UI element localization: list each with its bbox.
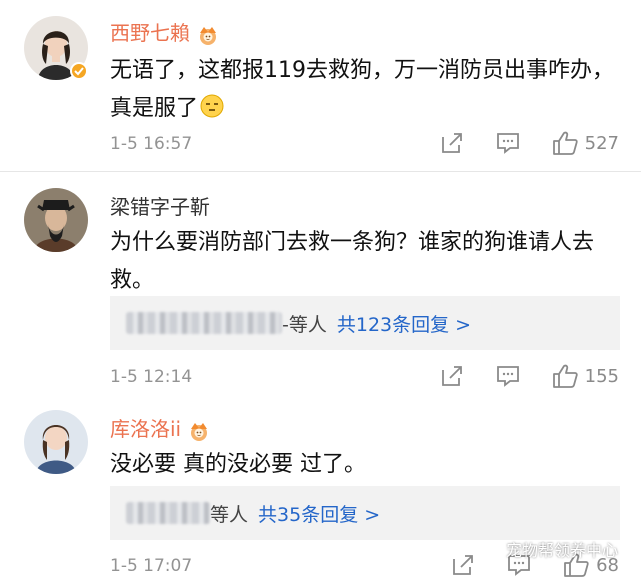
comment-text: 无语了，这都报119去救狗，万一消防员出事咋办，真是服了 [110,58,614,121]
like-button[interactable]: 155 [551,363,619,389]
avatar[interactable] [24,188,88,252]
share-icon [453,555,473,575]
share-button[interactable] [450,553,476,577]
comment-timestamp: 1-5 17:07 [110,556,193,576]
watermark: 宠物帮领养中心 [480,537,618,561]
view-replies-link[interactable]: 共35条回复 > [258,500,380,527]
comment-item: 梁错字子靳 为什么要消防部门去救一条狗？谁家的狗谁请人去救。 -等人 共123条… [0,172,641,394]
avatar[interactable] [24,410,88,474]
comment-actions: 155 [439,363,619,389]
vip-crown-icon [187,420,211,442]
reply-summary-box[interactable]: -等人 共123条回复 > [110,296,620,350]
comment-username[interactable]: 西野七賴 [110,20,220,46]
reply-summary-text: 等人 [210,503,249,526]
share-icon [441,133,462,153]
comment-username[interactable]: 库洛洛ii [110,416,211,442]
comment-button[interactable] [495,131,521,155]
vip-crown-icon [196,24,220,46]
like-count: 527 [584,132,619,154]
comment-text: 没必要 真的没必要 过了。 [110,452,366,477]
wechat-icon [480,540,502,557]
comment-icon [496,366,519,387]
blurred-usernames [126,502,210,524]
share-button[interactable] [439,131,465,155]
comment-text: 为什么要消防部门去救一条狗？谁家的狗谁请人去救。 [110,230,595,293]
reply-summary-box[interactable]: 等人 共35条回复 > [110,486,620,540]
view-replies-link[interactable]: 共123条回复 > [337,310,471,337]
speechless-emoji-icon [200,93,224,118]
like-count: 155 [584,365,619,387]
comment-actions: 527 [439,130,619,156]
reply-summary-text: -等人 [282,313,327,336]
share-button[interactable] [439,364,465,388]
comment-button[interactable] [495,364,521,388]
like-button[interactable]: 527 [551,130,619,156]
comment-icon [496,133,519,154]
comment-timestamp: 1-5 16:57 [110,134,193,154]
comment-username[interactable]: 梁错字子靳 [110,194,210,220]
blurred-usernames [126,312,282,334]
like-icon [552,364,578,388]
comment-timestamp: 1-5 12:14 [110,367,193,387]
verified-icon [70,62,88,80]
watermark-text: 宠物帮领养中心 [506,541,619,560]
share-icon [441,366,462,386]
comment-item: 西野七賴 无语了，这都报119去救狗，万一消防员出事咋办，真是服了 1-5 16… [0,0,641,170]
like-icon [552,131,578,155]
